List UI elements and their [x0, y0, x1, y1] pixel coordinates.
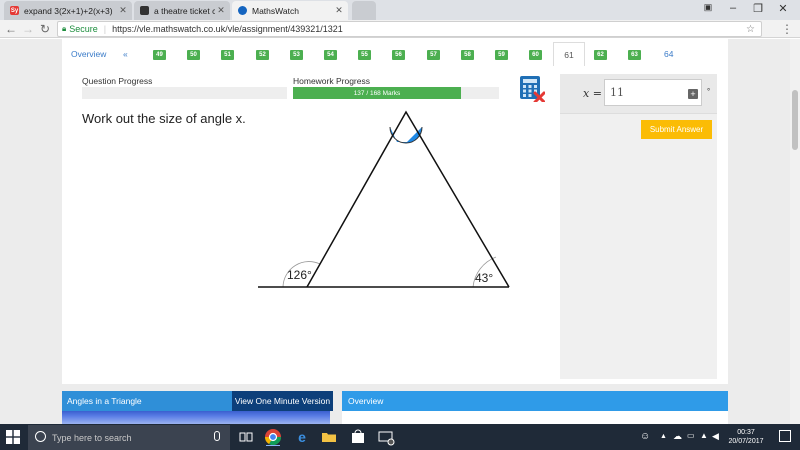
- bookmark-star-icon[interactable]: ☆: [746, 24, 755, 35]
- question-number-62[interactable]: 62: [594, 50, 607, 60]
- volume-icon[interactable]: ◀: [712, 431, 719, 442]
- url-separator: |: [103, 24, 107, 34]
- browser-tab-3[interactable]: MathsWatch ✕: [232, 1, 348, 20]
- question-number-60[interactable]: 60: [529, 50, 542, 60]
- symbolab-favicon-icon: Sy: [10, 6, 19, 15]
- question-number-64[interactable]: 64: [664, 49, 673, 59]
- submit-answer-button[interactable]: Submit Answer: [641, 120, 712, 139]
- minimize-icon[interactable]: –: [722, 2, 744, 14]
- battery-icon[interactable]: ▭: [687, 431, 695, 440]
- browser-tab-1[interactable]: Sy expand 3(2x+1)+2(x+3) ✕: [4, 1, 132, 20]
- bookmark-favicon-icon: [140, 6, 149, 15]
- lock-icon: 🔒︎: [62, 24, 67, 33]
- reload-icon[interactable]: ↻: [38, 22, 52, 36]
- question-number-58[interactable]: 58: [461, 50, 474, 60]
- angle-126-label: 126°: [287, 268, 312, 282]
- microphone-icon[interactable]: [214, 431, 220, 441]
- answer-variable-label: x =: [583, 87, 602, 100]
- store-icon[interactable]: [349, 428, 367, 446]
- tab-title: a theatre ticket costs £6(: [154, 5, 215, 16]
- symbol-insert-plus-icon[interactable]: +: [688, 89, 698, 99]
- close-tab-icon[interactable]: ✕: [333, 5, 345, 16]
- close-tab-icon[interactable]: ✕: [117, 5, 129, 16]
- angle-x-label: x: [402, 126, 409, 138]
- question-number-52[interactable]: 52: [256, 50, 269, 60]
- question-number-53[interactable]: 53: [290, 50, 303, 60]
- maximize-icon[interactable]: ❐: [747, 2, 769, 15]
- question-progress-track: [82, 87, 287, 99]
- user-profile-icon[interactable]: ▣: [697, 2, 719, 13]
- triangle-sides: [306, 110, 510, 288]
- question-number-49[interactable]: 49: [153, 50, 166, 60]
- angle-43-label: 43°: [475, 271, 493, 285]
- clock-time: 00:37: [737, 429, 755, 436]
- overview-link[interactable]: Overview: [71, 49, 106, 59]
- menu-dots-icon[interactable]: ⋮: [780, 22, 794, 36]
- taskbar-clock[interactable]: 00:37 20/07/2017: [722, 428, 770, 446]
- question-text: Work out the size of angle x.: [82, 111, 246, 126]
- question-progress-label: Question Progress: [82, 76, 153, 86]
- question-number-54[interactable]: 54: [324, 50, 337, 60]
- svg-text:e: e: [298, 429, 306, 445]
- taskbar-search-input[interactable]: Type here to search: [28, 425, 230, 450]
- question-number-59[interactable]: 59: [495, 50, 508, 60]
- question-number-55[interactable]: 55: [358, 50, 371, 60]
- forward-arrow-icon[interactable]: →: [21, 22, 35, 36]
- windows-start-icon[interactable]: [6, 430, 20, 444]
- question-number-51[interactable]: 51: [221, 50, 234, 60]
- video-card-title: Angles in a Triangle: [62, 391, 232, 411]
- question-number-56[interactable]: 56: [392, 50, 405, 60]
- previous-arrow-link[interactable]: «: [123, 49, 128, 59]
- people-icon[interactable]: ☺: [640, 431, 650, 442]
- video-thumbnail[interactable]: [62, 411, 330, 424]
- homework-progress-fill: 137 / 168 Marks: [293, 87, 461, 99]
- close-window-icon[interactable]: ✕: [772, 2, 794, 15]
- address-bar[interactable]: 🔒︎ Secure | https://vle.mathswatch.co.uk…: [57, 21, 762, 37]
- back-arrow-icon[interactable]: ←: [4, 22, 18, 36]
- clock-date: 20/07/2017: [728, 438, 764, 445]
- triangle-diagram: x 126° 43°: [258, 110, 510, 288]
- calculator-disallowed-icon: [520, 76, 545, 102]
- question-number-50[interactable]: 50: [187, 50, 200, 60]
- overview-card-title: Overview: [342, 391, 728, 411]
- edge-icon[interactable]: e: [293, 428, 311, 446]
- current-question-tab[interactable]: 61: [553, 42, 585, 66]
- chrome-icon[interactable]: [264, 428, 282, 446]
- network-icon[interactable]: ▲: [700, 431, 708, 440]
- new-tab-button[interactable]: [352, 1, 376, 20]
- messages-icon[interactable]: [377, 428, 395, 446]
- task-view-icon[interactable]: [237, 428, 255, 446]
- tab-title: MathsWatch: [252, 5, 299, 16]
- view-one-minute-version-button[interactable]: View One Minute Version: [232, 391, 333, 411]
- onedrive-icon[interactable]: ☁: [673, 431, 682, 442]
- show-hidden-icons-icon[interactable]: ▲: [660, 433, 667, 440]
- tab-title: expand 3(2x+1)+2(x+3): [24, 5, 113, 16]
- question-number-63[interactable]: 63: [628, 50, 641, 60]
- scrollbar-thumb[interactable]: [792, 90, 798, 150]
- url-text: https://vle.mathswatch.co.uk/vle/assignm…: [112, 24, 343, 34]
- close-tab-icon[interactable]: ✕: [215, 5, 227, 16]
- question-number-57[interactable]: 57: [427, 50, 440, 60]
- action-center-icon[interactable]: [779, 430, 791, 442]
- homework-progress-label: Homework Progress: [293, 76, 370, 86]
- mathswatch-favicon-icon: [238, 6, 247, 15]
- degree-unit-label: °: [707, 87, 711, 96]
- file-explorer-icon[interactable]: [320, 428, 338, 446]
- browser-tab-2[interactable]: a theatre ticket costs £6( ✕: [134, 1, 230, 20]
- security-label: Secure: [69, 24, 98, 34]
- search-icon: [35, 431, 46, 442]
